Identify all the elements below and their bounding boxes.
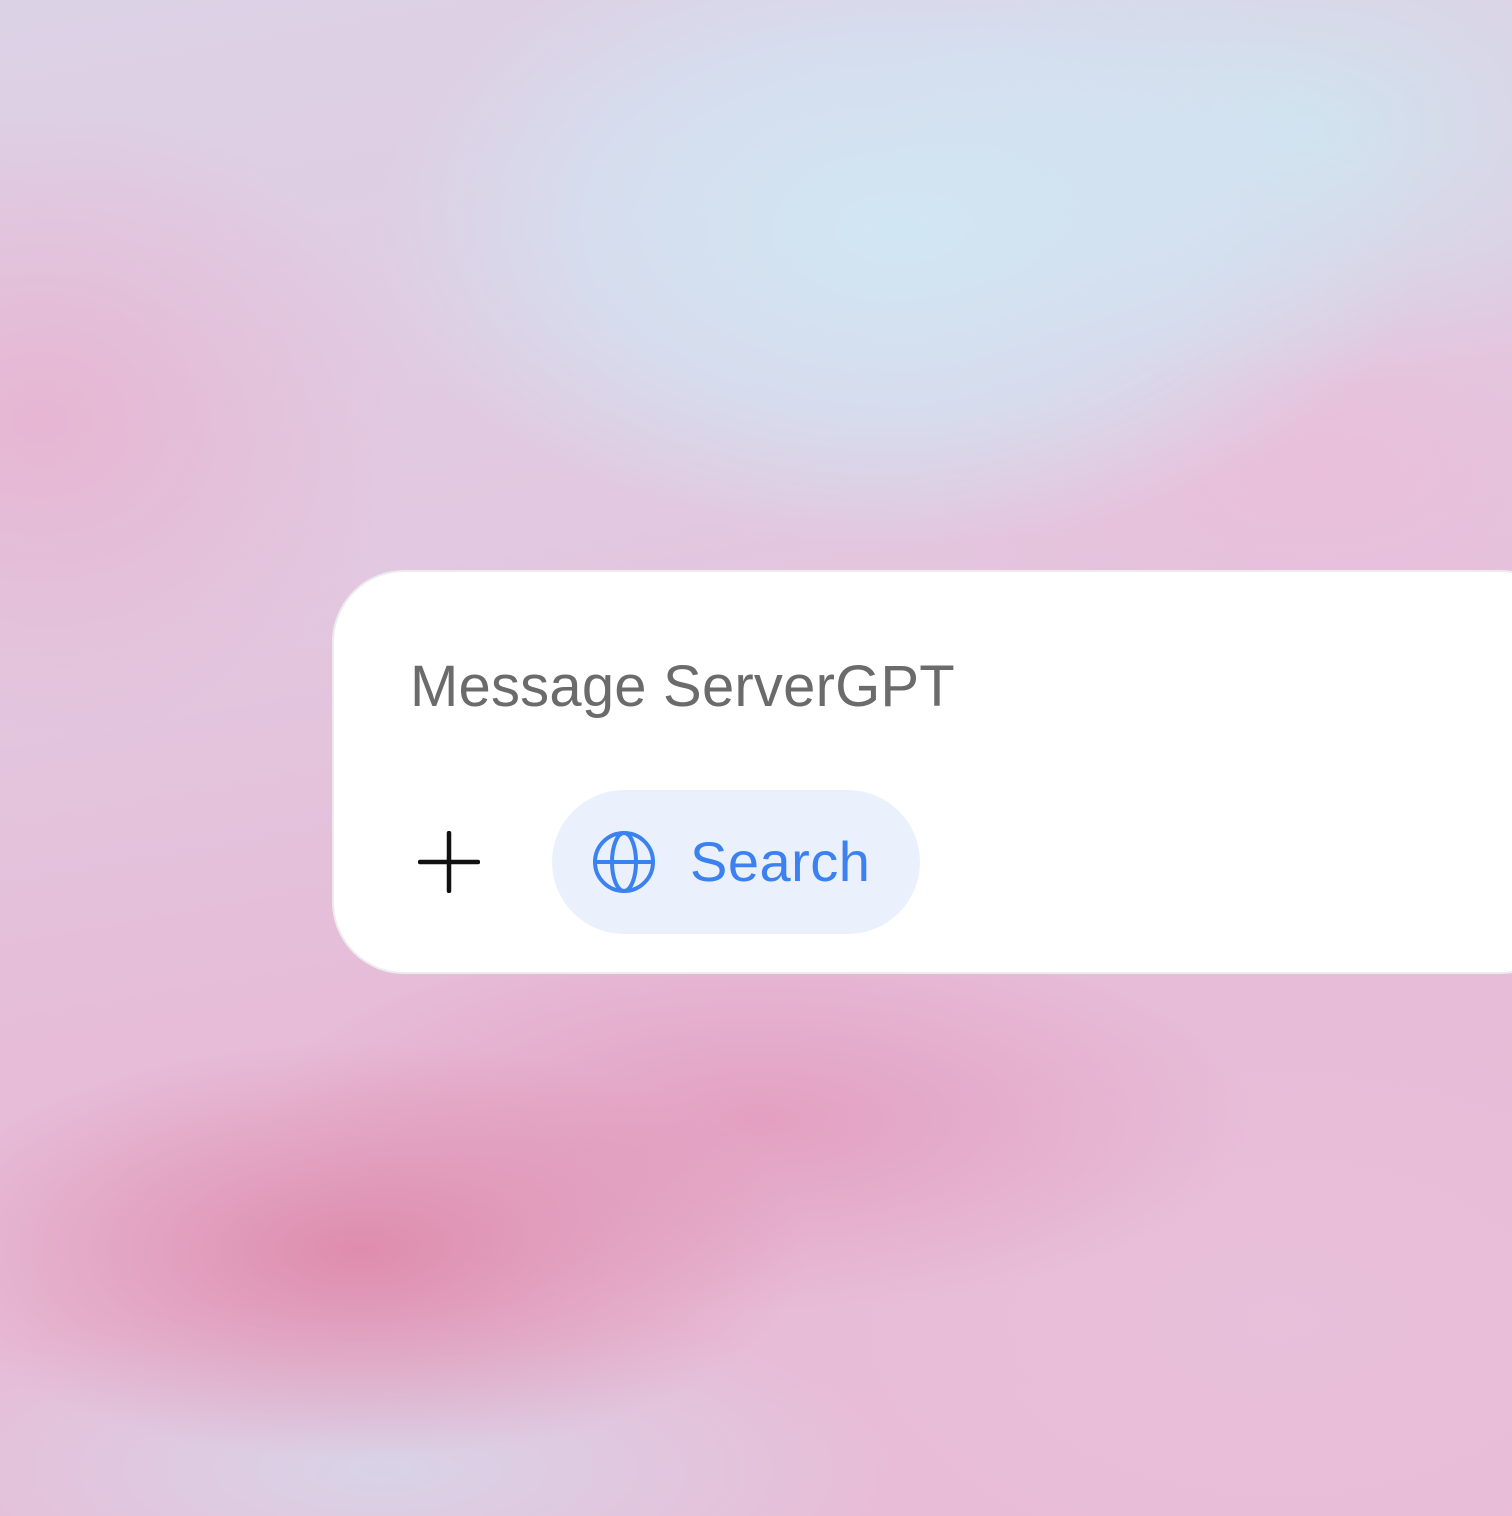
message-input[interactable]: Message ServerGPT <box>410 658 955 716</box>
plus-icon <box>418 831 480 893</box>
message-composer: Message ServerGPT Search <box>332 570 1512 974</box>
search-button-label: Search <box>690 830 871 893</box>
search-button[interactable]: Search <box>552 790 920 934</box>
add-attachment-button[interactable] <box>414 827 484 897</box>
globe-icon <box>592 830 656 894</box>
